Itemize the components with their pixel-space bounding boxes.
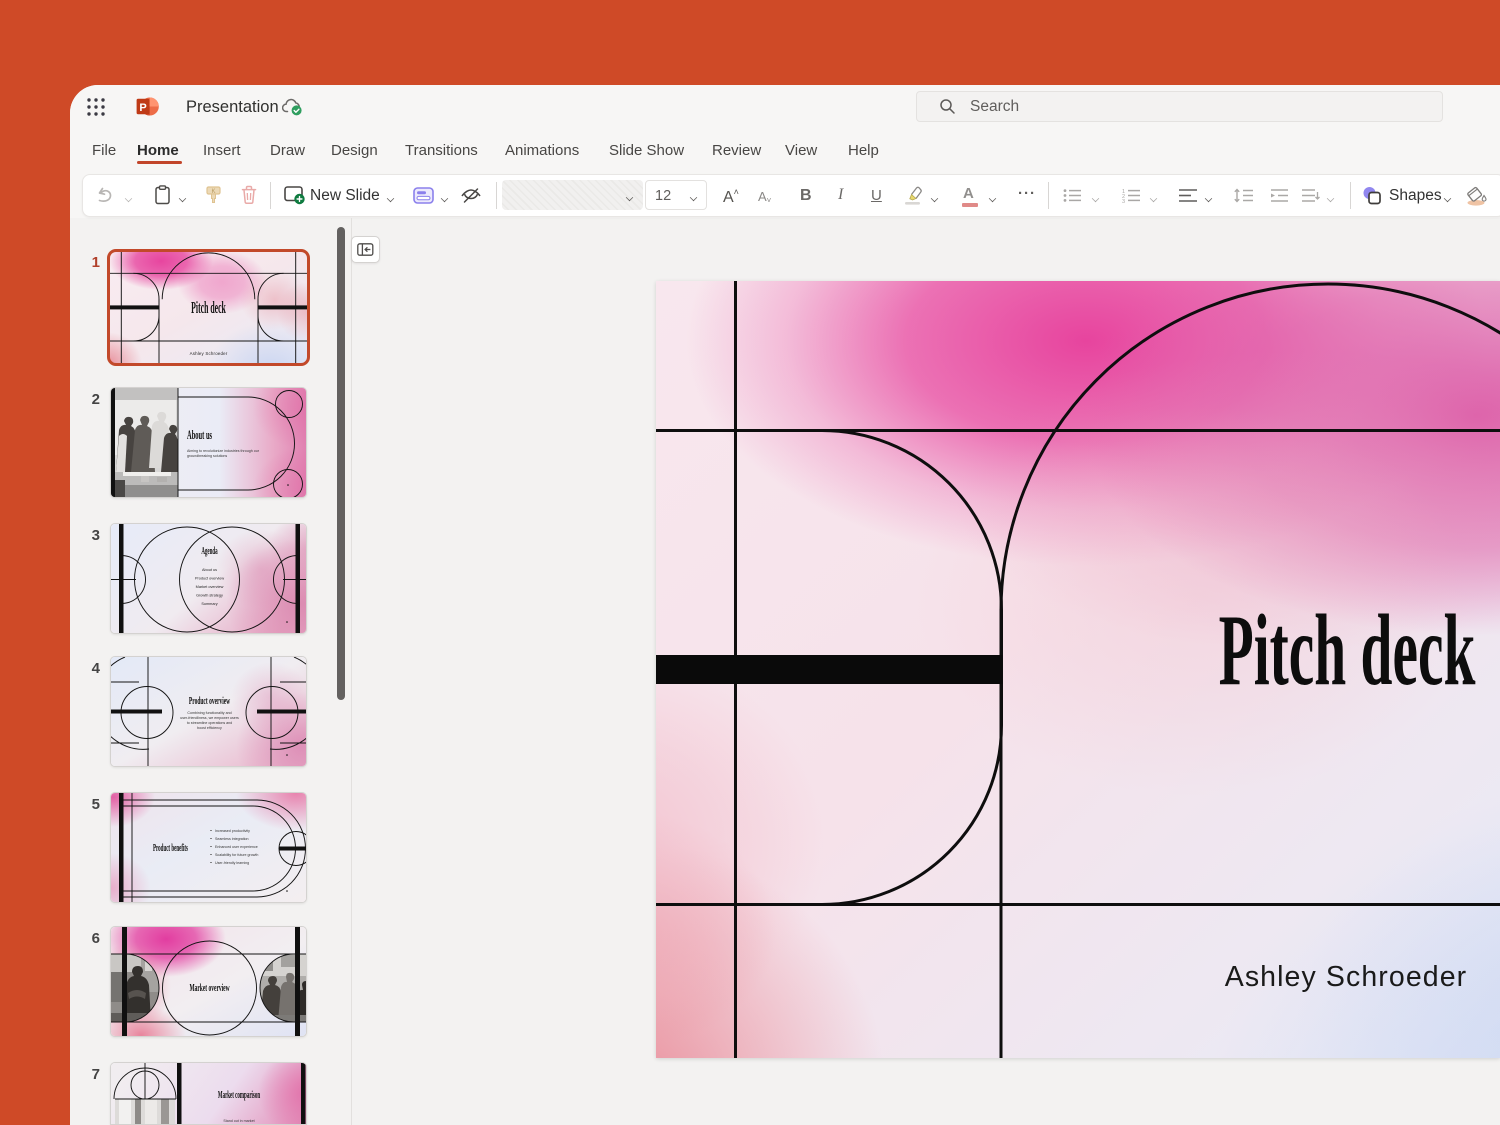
svg-text:About us: About us	[202, 568, 217, 572]
svg-text:Product overview: Product overview	[189, 694, 231, 707]
svg-text:Product benefits: Product benefits	[153, 842, 188, 853]
svg-text:Stand out in market: Stand out in market	[223, 1119, 254, 1123]
svg-text:to streamline operations and: to streamline operations and	[187, 721, 232, 725]
svg-text:Product overview: Product overview	[195, 577, 224, 581]
svg-text:Summary: Summary	[201, 602, 217, 606]
svg-text:boost efficiency: boost efficiency	[197, 726, 222, 730]
svg-text:About us: About us	[187, 429, 212, 443]
svg-text:Market overview: Market overview	[196, 585, 224, 589]
svg-text:Enhanced user experience: Enhanced user experience	[215, 845, 258, 849]
svg-text:Market comparison: Market comparison	[218, 1089, 261, 1100]
svg-text:Aiming to revolutionize indust: Aiming to revolutionize industries throu…	[187, 449, 260, 453]
svg-text:Pitch deck: Pitch deck	[1219, 593, 1476, 706]
svg-text:Scalability for future growth: Scalability for future growth	[215, 853, 258, 857]
svg-text:User-friendly learning: User-friendly learning	[215, 861, 249, 865]
svg-text:Market overview: Market overview	[189, 981, 230, 994]
svg-text:user-friendliness, we empower: user-friendliness, we empower users	[180, 716, 239, 720]
svg-text:Agenda: Agenda	[201, 545, 217, 556]
svg-text:Seamless integration: Seamless integration	[215, 837, 249, 841]
svg-text:Growth strategy: Growth strategy	[196, 594, 223, 598]
svg-text:Increased productivity: Increased productivity	[215, 829, 250, 833]
svg-text:P: P	[139, 102, 146, 114]
svg-text:groundbreaking solutions: groundbreaking solutions	[187, 454, 227, 458]
svg-text:Combining functionality and: Combining functionality and	[187, 711, 231, 715]
svg-text:Ashley Schroeder: Ashley Schroeder	[1225, 961, 1468, 993]
svg-text:3: 3	[1122, 199, 1125, 203]
svg-text:K: K	[211, 189, 215, 195]
